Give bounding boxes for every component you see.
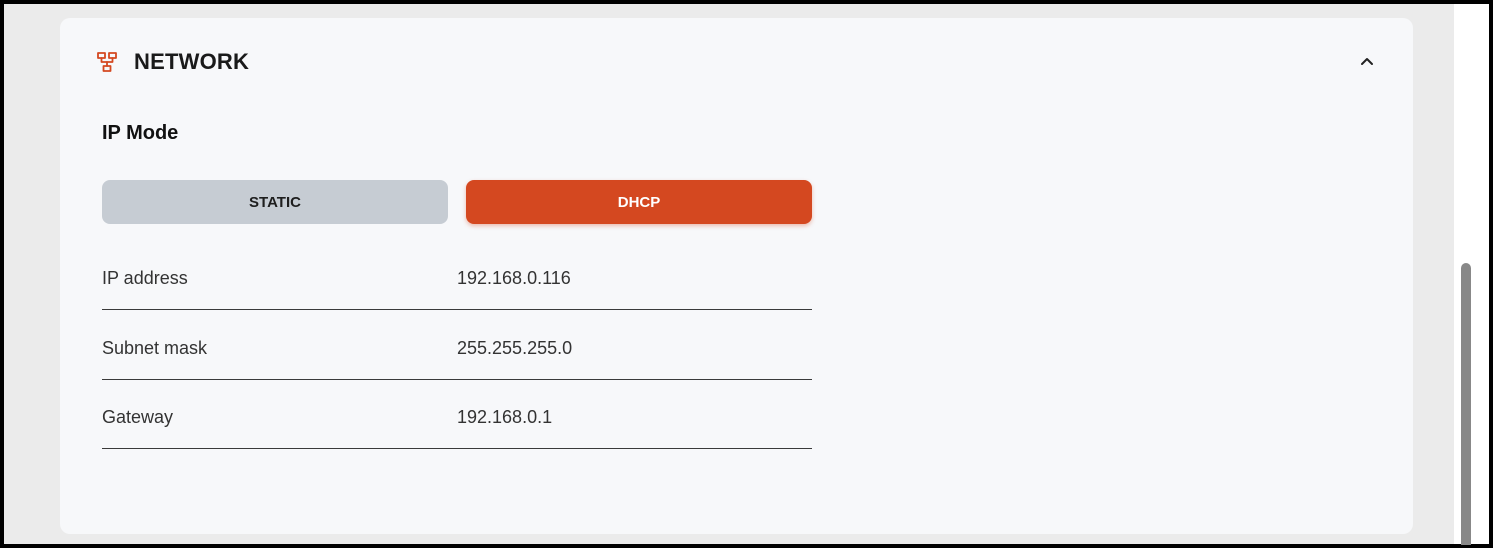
network-section-header[interactable]: NETWORK: [96, 48, 249, 76]
gateway-label: Gateway: [102, 407, 174, 427]
ip-address-value: 192.168.0.116: [457, 268, 571, 288]
settings-viewport: NETWORK IP Mode STATIC DHCP IP address 1…: [4, 4, 1454, 544]
network-section-card: NETWORK IP Mode STATIC DHCP IP address 1…: [60, 18, 1413, 534]
network-tree-icon: [96, 51, 118, 73]
ip-mode-label: IP Mode: [102, 122, 179, 144]
collapse-button[interactable]: [1355, 50, 1379, 74]
subnet-mask-value: 255.255.255.0: [457, 338, 573, 358]
scrollbar-thumb[interactable]: [1461, 263, 1471, 545]
subnet-mask-row: Subnet mask 255.255.255.0: [102, 310, 812, 380]
dhcp-mode-button[interactable]: DHCP: [466, 180, 812, 224]
chevron-up-icon: [1360, 53, 1374, 71]
static-mode-button[interactable]: STATIC: [102, 180, 448, 224]
gateway-row: Gateway 192.168.0.1: [102, 379, 812, 449]
ip-address-label: IP address: [102, 268, 188, 288]
subnet-mask-label: Subnet mask: [102, 338, 208, 358]
window-edge: [1472, 4, 1489, 544]
gateway-value: 192.168.0.1: [457, 407, 553, 427]
ip-address-row: IP address 192.168.0.116: [102, 240, 812, 310]
section-title: NETWORK: [134, 49, 250, 74]
